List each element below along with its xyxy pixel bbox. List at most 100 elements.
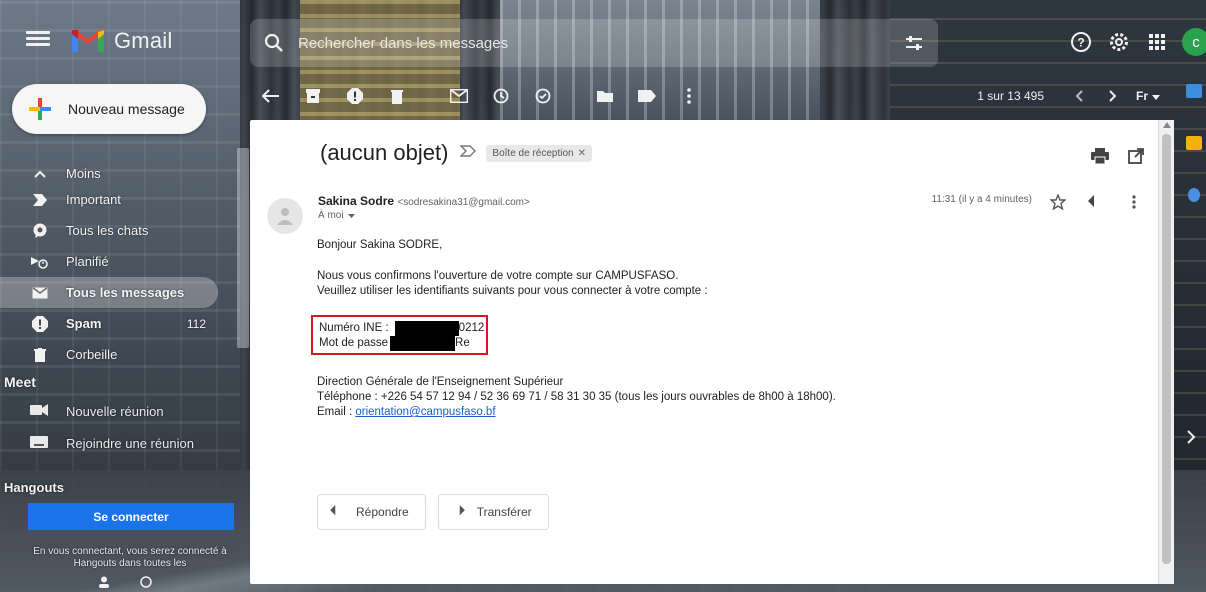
sidebar-scrollbar[interactable] xyxy=(237,148,249,348)
mark-unread-icon[interactable] xyxy=(438,78,480,114)
compose-button[interactable]: Nouveau message xyxy=(12,84,206,134)
password-label: Mot de passe xyxy=(319,337,389,349)
search-bar[interactable] xyxy=(250,19,938,67)
toolbar-divider xyxy=(564,78,584,114)
sender-avatar[interactable] xyxy=(267,198,303,234)
message-time: 11:31 (il y a 4 minutes) xyxy=(931,194,1032,205)
tasks-addon-icon[interactable] xyxy=(1188,188,1200,202)
pagination: 1 sur 13 495 Fr xyxy=(977,78,1160,114)
input-tools-button[interactable]: Fr xyxy=(1136,89,1160,103)
open-new-window-icon[interactable] xyxy=(1122,144,1150,168)
ine-row: Numéro INE : 0212 xyxy=(315,321,484,336)
scheduled-icon xyxy=(30,255,50,269)
search-options-icon[interactable] xyxy=(890,19,938,67)
search-input[interactable] xyxy=(298,34,890,52)
reply-icon[interactable] xyxy=(1080,190,1112,214)
importance-marker-icon[interactable] xyxy=(459,144,477,162)
chat-icon xyxy=(30,223,50,239)
add-to-tasks-icon[interactable] xyxy=(522,78,564,114)
subject-actions xyxy=(1086,144,1150,168)
sender-name[interactable]: Sakina Sodre xyxy=(318,194,394,208)
chevron-down-icon xyxy=(1152,89,1160,103)
message-toolbar: 1 sur 13 495 Fr xyxy=(250,78,1160,114)
more-vert-icon[interactable] xyxy=(668,78,710,114)
report-spam-icon[interactable] xyxy=(334,78,376,114)
redaction-bar xyxy=(394,321,459,336)
main-menu-icon[interactable] xyxy=(26,28,50,50)
body-line-1: Nous vous confirmons l'ouverture de votr… xyxy=(317,270,679,282)
sidebar-item-label: Tous les messages xyxy=(66,285,185,300)
hangouts-bottom-icons xyxy=(98,575,152,592)
print-icon[interactable] xyxy=(1086,144,1114,168)
more-vert-icon[interactable] xyxy=(1118,190,1150,214)
email-scrollbar[interactable] xyxy=(1158,120,1174,584)
email-view: (aucun objet) Boîte de réception ✕ Sakin… xyxy=(250,120,1160,584)
person-icon[interactable] xyxy=(98,575,110,592)
next-chevron-icon[interactable] xyxy=(1096,78,1130,114)
chevron-up-icon xyxy=(30,170,50,178)
signature-email-line: Email : orientation@campusfaso.bf xyxy=(317,405,1017,420)
contact-email-link[interactable]: orientation@campusfaso.bf xyxy=(355,406,495,418)
sidebar-item-all-mail[interactable]: Tous les messages xyxy=(0,277,218,308)
reply-button[interactable]: Répondre xyxy=(317,494,426,530)
sender-email: <sodresakina31@gmail.com> xyxy=(397,197,530,208)
help-icon[interactable]: ? xyxy=(1062,24,1100,60)
sidebar-item-important[interactable]: Important xyxy=(0,184,218,215)
back-arrow-icon[interactable] xyxy=(250,78,292,114)
search-icon[interactable] xyxy=(250,19,298,67)
delete-icon[interactable] xyxy=(376,78,418,114)
expand-panel-icon[interactable] xyxy=(1186,430,1206,449)
calendar-addon-icon[interactable] xyxy=(1186,84,1202,98)
sidebar-item-trash[interactable]: Corbeille xyxy=(0,339,218,370)
side-panel-rail xyxy=(1186,84,1206,449)
archive-icon[interactable] xyxy=(292,78,334,114)
new-meeting-link[interactable]: Nouvelle réunion xyxy=(30,404,164,419)
sidebar-item-scheduled[interactable]: Planifié xyxy=(0,246,218,277)
keyboard-icon xyxy=(30,436,50,451)
settings-icon[interactable] xyxy=(1100,24,1138,60)
reply-label: Répondre xyxy=(356,505,409,519)
meet-heading: Meet xyxy=(4,374,36,390)
sidebar-item-label: Corbeille xyxy=(66,347,118,362)
gmail-m-icon xyxy=(70,28,106,54)
snooze-icon[interactable] xyxy=(480,78,522,114)
scroll-up-arrow[interactable] xyxy=(1163,122,1171,128)
hangouts-connect-button[interactable]: Se connecter xyxy=(28,503,234,530)
sidebar-item-label: Planifié xyxy=(66,254,109,269)
new-meeting-label: Nouvelle réunion xyxy=(66,404,164,419)
label-icon[interactable] xyxy=(626,78,668,114)
forward-label: Transférer xyxy=(476,505,532,519)
scroll-thumb[interactable] xyxy=(1162,134,1171,564)
move-to-icon[interactable] xyxy=(584,78,626,114)
greeting: Bonjour Sakina SODRE, xyxy=(317,239,443,251)
sidebar-item-spam[interactable]: Spam 112 xyxy=(0,308,218,339)
account-avatar[interactable]: c xyxy=(1182,28,1206,56)
sidebar-item-label: Spam xyxy=(66,316,102,331)
gmail-logo[interactable]: Gmail xyxy=(70,28,172,54)
join-meeting-link[interactable]: Rejoindre une réunion xyxy=(30,436,194,451)
subject-line: (aucun objet) Boîte de réception ✕ xyxy=(320,140,592,166)
pagination-text: 1 sur 13 495 xyxy=(977,89,1044,103)
star-icon[interactable] xyxy=(1042,190,1074,214)
message-body: Bonjour Sakina SODRE, Nous vous confirmo… xyxy=(311,238,1017,420)
keep-addon-icon[interactable] xyxy=(1186,136,1202,150)
remove-label-icon[interactable]: ✕ xyxy=(578,148,586,159)
sender-line: Sakina Sodre <sodresakina31@gmail.com> xyxy=(318,194,530,208)
apps-grid-icon[interactable] xyxy=(1138,24,1176,60)
compose-label: Nouveau message xyxy=(68,101,185,117)
spam-count: 112 xyxy=(186,316,206,331)
top-bar: Gmail ? c xyxy=(0,0,1206,67)
app-name: Gmail xyxy=(114,28,173,53)
signature-phone: Téléphone : +226 54 57 12 94 / 52 36 69 … xyxy=(317,391,836,403)
sidebar-item-chats[interactable]: Tous les chats xyxy=(0,215,218,246)
reply-icon xyxy=(330,504,344,520)
email-prefix: Email : xyxy=(317,406,356,418)
forward-icon xyxy=(451,504,465,520)
hangouts-chat-icon[interactable] xyxy=(140,575,152,592)
spam-icon xyxy=(30,315,50,332)
recipient-details-toggle[interactable]: À moi xyxy=(318,210,355,221)
forward-button[interactable]: Transférer xyxy=(437,494,549,530)
plus-icon xyxy=(12,84,68,134)
prev-chevron-icon[interactable] xyxy=(1062,78,1096,114)
inbox-label-chip: Boîte de réception ✕ xyxy=(486,144,592,162)
